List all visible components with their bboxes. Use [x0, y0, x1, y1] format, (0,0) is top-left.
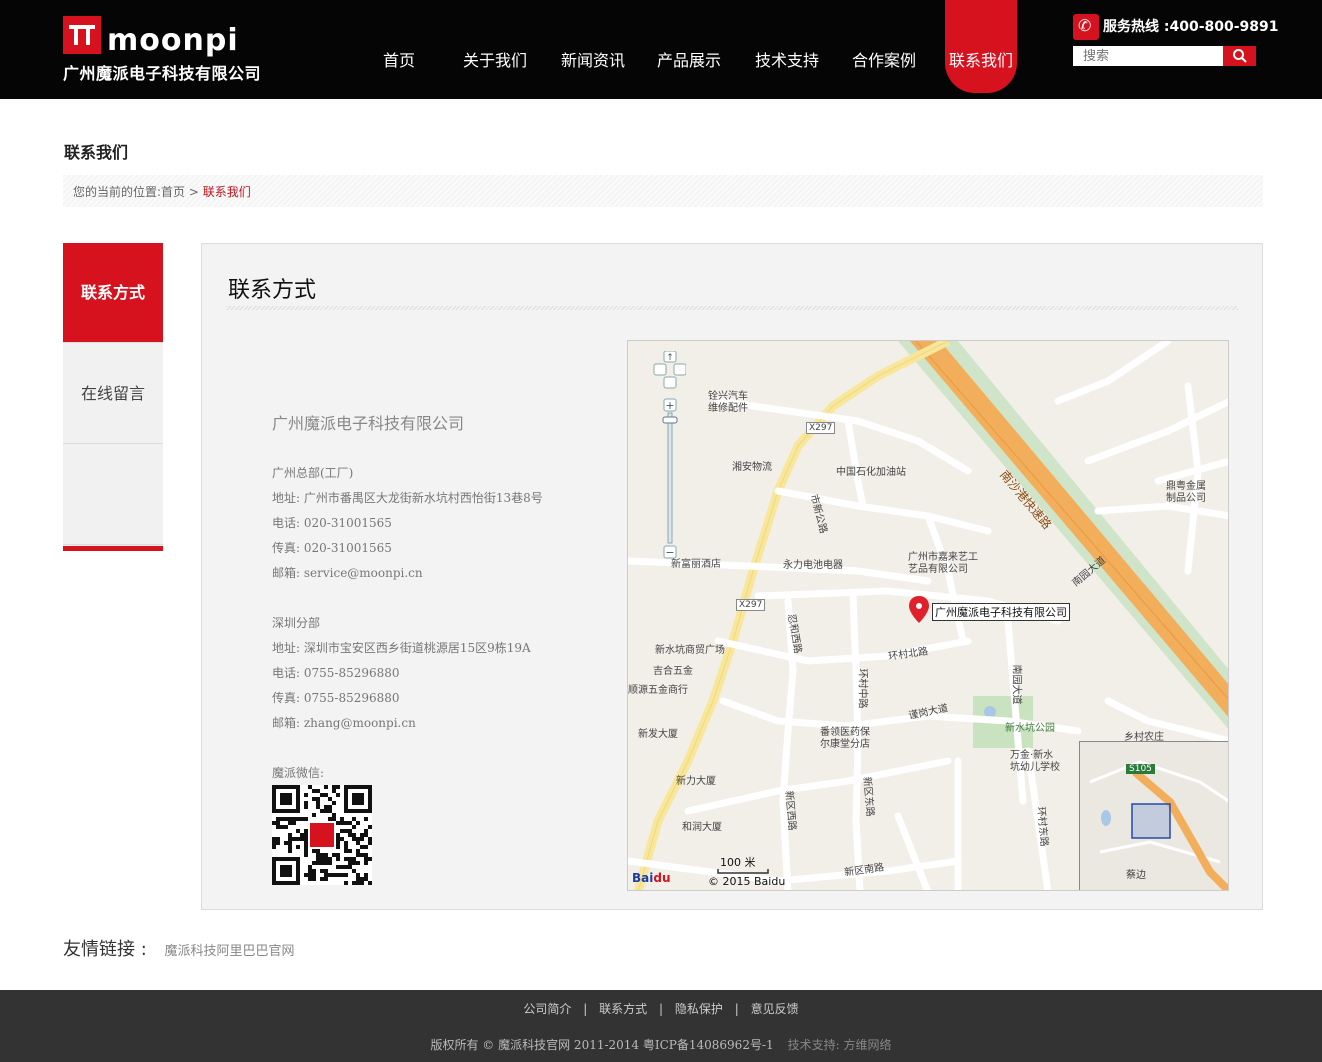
- map-poi: 坑幼儿学校: [1010, 762, 1060, 773]
- logo-word: moonpi: [107, 23, 239, 58]
- sz-phone: 电话: 0755-85296880: [272, 666, 400, 680]
- baidu-logo: Baidu: [632, 871, 671, 885]
- phone-icon: [1073, 14, 1099, 40]
- map-poi: 永力电池电器: [783, 560, 843, 571]
- map-copyright: © 2015 Baidu: [708, 875, 786, 888]
- map-poi: 中国石化加油站: [836, 467, 906, 478]
- map-zoom-control[interactable]: ↑ + −: [646, 351, 686, 571]
- map-overview[interactable]: S105 蔡边: [1079, 741, 1228, 890]
- friend-links-label: 友情链接 :: [63, 939, 147, 960]
- map-poi: 和润大厦: [682, 822, 722, 833]
- map-poi: 新发大厦: [638, 729, 678, 740]
- footer: 公司简介 | 联系方式 | 隐私保护 | 意见反馈 版权所有 © 魔派科技官网 …: [0, 990, 1322, 1062]
- map-scale: 100 米: [720, 856, 756, 869]
- gz-email[interactable]: 邮箱: service@moonpi.cn: [272, 564, 423, 581]
- sz-title: 深圳分部: [272, 616, 321, 630]
- map-poi: 维修配件: [708, 403, 748, 414]
- breadcrumb-current: 联系我们: [202, 185, 251, 199]
- copyright: 版权所有 © 魔派科技官网 2011-2014 粤ICP备14086962号-1…: [0, 1036, 1322, 1053]
- nav-news[interactable]: 新闻资讯: [545, 0, 641, 93]
- breadcrumb: 您的当前的位置:首页 > 联系我们: [63, 175, 1263, 207]
- logo[interactable]: moonpi 广州魔派电子科技有限公司: [63, 16, 268, 83]
- sz-address: 地址: 深圳市宝安区西乡街道桃源居15区9栋19A: [272, 641, 531, 655]
- wechat-qr-code: [272, 785, 372, 885]
- nav-products[interactable]: 产品展示: [641, 0, 737, 93]
- panel-divider: [226, 306, 1238, 310]
- tech-support[interactable]: 技术支持: 方维网络: [788, 1038, 892, 1052]
- logo-mark-icon: [63, 16, 101, 54]
- map-poi: 吉合五金: [653, 666, 693, 677]
- map-poi: 尔康堂分店: [820, 739, 870, 750]
- copyright-text: 版权所有 © 魔派科技官网 2011-2014 粤ICP备14086962号-1: [430, 1038, 774, 1052]
- map-poi: 新水坑公园: [1005, 723, 1055, 734]
- map-road-shield: X297: [736, 599, 766, 611]
- side-nav: 联系方式 在线留言: [63, 243, 163, 551]
- map-poi: 新富丽酒店: [671, 559, 721, 570]
- logo-company-name: 广州魔派电子科技有限公司: [63, 64, 262, 83]
- footer-sep: |: [583, 1002, 588, 1016]
- map-road-shield: S105: [1126, 764, 1155, 774]
- sz-email[interactable]: 邮箱: zhang@moonpi.cn: [272, 714, 416, 731]
- company-marker-label[interactable]: 广州魔派电子科技有限公司: [932, 603, 1070, 621]
- breadcrumb-prefix: 您的当前的位置:: [73, 185, 162, 199]
- friend-link-alibaba[interactable]: 魔派科技阿里巴巴官网: [165, 944, 295, 959]
- footer-link-about[interactable]: 公司简介: [523, 1002, 571, 1016]
- nav-home[interactable]: 首页: [351, 0, 447, 93]
- wechat-label: 魔派微信:: [272, 766, 325, 780]
- baidu-map[interactable]: ↑ + − 铨兴汽车 维修配件 X297 湘安物流 中国石化加油站 新富丽酒店 …: [627, 340, 1229, 891]
- gz-phone: 电话: 020-31001565: [272, 516, 392, 530]
- map-place: 蔡边: [1126, 870, 1146, 881]
- page-title: 联系我们: [64, 143, 129, 162]
- map-road-shield: X297: [806, 422, 836, 434]
- map-poi: 湘安物流: [732, 462, 772, 473]
- footer-link-contact[interactable]: 联系方式: [599, 1002, 647, 1016]
- footer-links: 公司简介 | 联系方式 | 隐私保护 | 意见反馈: [0, 1000, 1322, 1017]
- map-road-name: 环村中路: [856, 668, 868, 709]
- nav-contact[interactable]: 联系我们: [945, 0, 1017, 93]
- footer-sep: |: [658, 1002, 664, 1016]
- search-icon: [1233, 49, 1247, 63]
- svg-text:+: +: [665, 399, 674, 412]
- side-item-contact[interactable]: 联系方式: [63, 243, 163, 343]
- nav-cases[interactable]: 合作案例: [836, 0, 932, 93]
- map-poi: 制品公司: [1166, 493, 1206, 504]
- footer-sep: |: [734, 1002, 739, 1016]
- map-road-name: 南园大道: [1010, 664, 1022, 705]
- map-poi: 新水坑商贸广场: [655, 645, 725, 656]
- gz-fax: 传真: 020-31001565: [272, 541, 392, 555]
- nav-support[interactable]: 技术支持: [739, 0, 835, 93]
- map-poi: 新力大厦: [676, 776, 716, 787]
- contact-panel: 联系方式 广州魔派电子科技有限公司 广州总部(工厂) 地址: 广州市番禺区大龙街…: [201, 243, 1263, 910]
- search-button[interactable]: [1223, 46, 1256, 66]
- header: moonpi 广州魔派电子科技有限公司 首页 关于我们 新闻资讯 产品展示 技术…: [0, 0, 1322, 99]
- svg-text:↑: ↑: [666, 353, 674, 363]
- footer-link-privacy[interactable]: 隐私保护: [675, 1002, 723, 1016]
- company-name: 广州魔派电子科技有限公司: [272, 414, 465, 433]
- sz-fax: 传真: 0755-85296880: [272, 691, 400, 705]
- nav-about[interactable]: 关于我们: [447, 0, 543, 93]
- breadcrumb-home[interactable]: 首页: [161, 185, 185, 199]
- map-poi: 顺源五金商行: [628, 685, 688, 696]
- breadcrumb-sep: >: [185, 185, 203, 199]
- map-poi: 艺品有限公司: [908, 564, 968, 575]
- side-item-message[interactable]: 在线留言: [63, 344, 163, 444]
- gz-title: 广州总部(工厂): [272, 466, 354, 480]
- gz-address: 地址: 广州市番禺区大龙街新水坑村西怡街13巷8号: [272, 491, 543, 505]
- side-item-empty: [63, 445, 163, 545]
- search-input[interactable]: [1073, 46, 1223, 66]
- panel-title: 联系方式: [228, 278, 317, 303]
- footer-link-feedback[interactable]: 意见反馈: [751, 1002, 799, 1016]
- friend-links: 友情链接 : 魔派科技阿里巴巴官网: [63, 935, 295, 961]
- hotline-text: 服务热线 :400-800-9891: [1103, 19, 1279, 35]
